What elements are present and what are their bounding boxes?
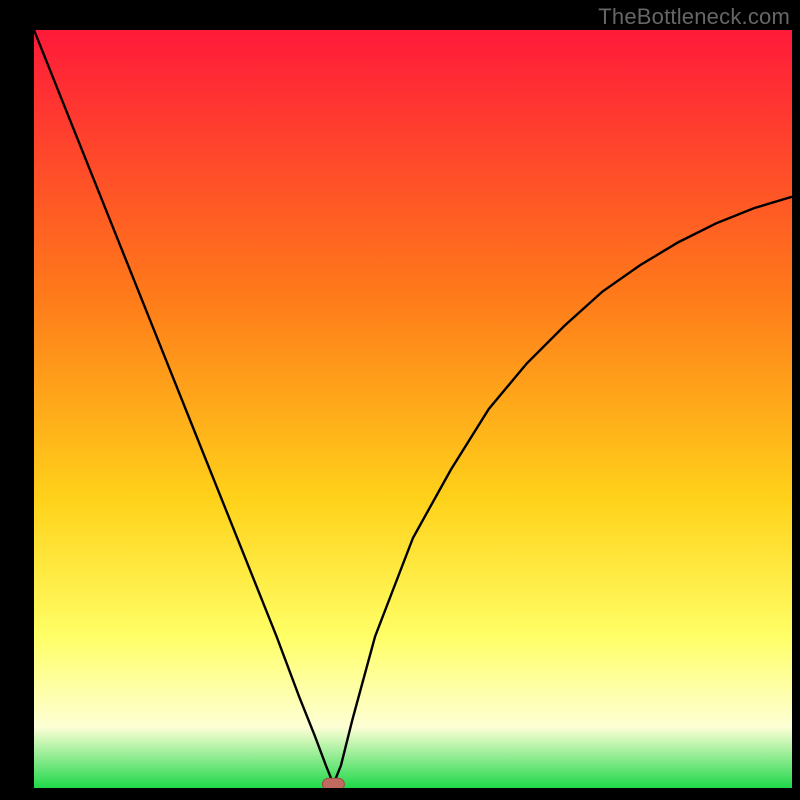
watermark-text: TheBottleneck.com — [598, 4, 790, 30]
chart-container: TheBottleneck.com — [0, 0, 800, 800]
gradient-background — [34, 30, 792, 788]
optimal-marker — [322, 778, 344, 788]
plot-svg — [34, 30, 792, 788]
plot-area — [34, 30, 792, 788]
